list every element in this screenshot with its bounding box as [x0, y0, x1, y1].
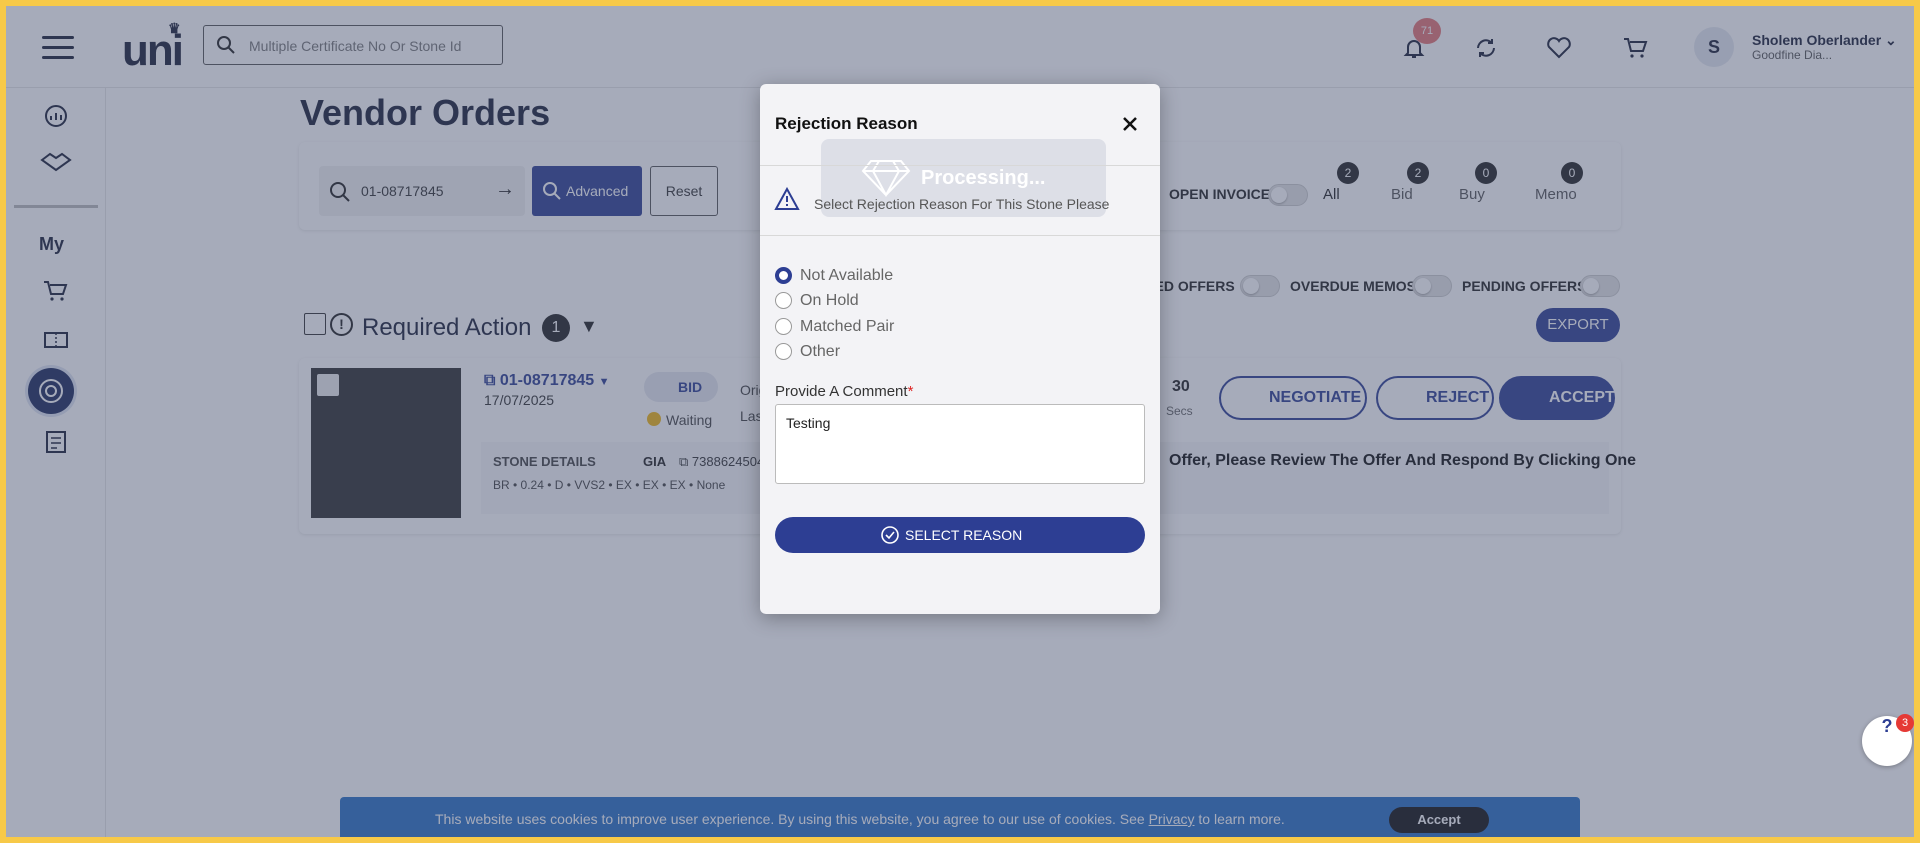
app-frame: uni ♛ Multiple Certificate No Or Stone Id… — [6, 6, 1914, 837]
dialog-title: Rejection Reason — [775, 114, 918, 133]
help-badge: 3 — [1896, 714, 1914, 732]
close-icon[interactable] — [1120, 114, 1140, 134]
warning-message: Select Rejection Reason For This Stone P… — [814, 196, 1110, 212]
radio[interactable] — [775, 318, 792, 335]
dialog-divider — [760, 165, 1160, 166]
required-mark: * — [907, 383, 914, 400]
select-reason-button[interactable]: SELECT REASON — [775, 517, 1145, 553]
rejection-reason-dialog: Processing... Rejection Reason Select Re… — [760, 84, 1160, 614]
diamond-icon — [861, 160, 911, 197]
check-circle-icon — [881, 526, 899, 544]
radio[interactable] — [775, 343, 792, 360]
radio[interactable] — [775, 292, 792, 309]
warning-icon — [774, 187, 800, 210]
dialog-divider — [760, 235, 1160, 236]
comment-label: Provide A Comment* — [775, 383, 914, 400]
comment-textarea[interactable]: Testing — [775, 404, 1145, 484]
radio-selected[interactable] — [775, 267, 792, 284]
